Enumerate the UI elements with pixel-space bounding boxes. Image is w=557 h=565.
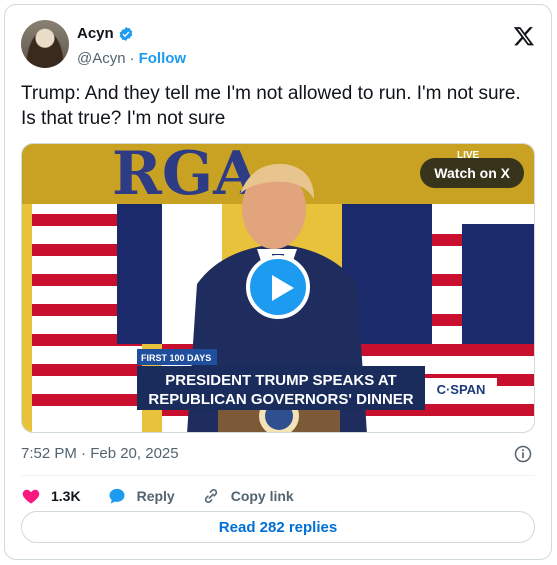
heart-icon xyxy=(22,489,40,504)
caption-tag: FIRST 100 DAYS xyxy=(141,353,211,363)
author-name[interactable]: Acyn xyxy=(77,25,114,42)
author-handle[interactable]: @Acyn xyxy=(77,50,126,67)
reply-button[interactable]: Reply xyxy=(107,486,175,506)
handle-row: @Acyn · Follow xyxy=(77,50,186,67)
x-logo-icon[interactable] xyxy=(513,25,535,47)
copy-link-button[interactable]: Copy link xyxy=(201,486,294,506)
like-count: 1.3K xyxy=(51,488,81,504)
watch-on-x-button[interactable]: Watch on X xyxy=(420,158,524,188)
video-player[interactable]: RGA FIRST 100 DAYS PRESIDENT TRUMP SPEAK… xyxy=(21,143,535,433)
divider xyxy=(21,475,535,476)
reply-bubble-icon xyxy=(109,488,125,504)
caption-line-1: PRESIDENT TRUMP SPEAKS AT xyxy=(165,372,396,389)
avatar[interactable] xyxy=(21,20,69,68)
link-icon xyxy=(204,489,217,503)
svg-text:RGA: RGA xyxy=(112,144,261,209)
tweet-card: Acyn @Acyn · Follow Trump: And they tell… xyxy=(4,4,552,560)
read-replies-button[interactable]: Read 282 replies xyxy=(21,511,535,543)
follow-button[interactable]: Follow xyxy=(139,50,187,67)
verified-badge-icon xyxy=(119,26,133,41)
like-button[interactable]: 1.3K xyxy=(21,486,81,506)
network-logo: C·SPAN xyxy=(437,382,486,397)
copy-link-label: Copy link xyxy=(230,488,294,504)
caption-line-2: REPUBLICAN GOVERNORS' DINNER xyxy=(148,391,413,408)
action-bar: 1.3K Reply Copy link xyxy=(21,483,320,509)
reply-label: Reply xyxy=(136,488,175,504)
tweet-text: Trump: And they tell me I'm not allowed … xyxy=(21,83,521,129)
play-icon[interactable] xyxy=(246,255,310,319)
author-name-row: Acyn xyxy=(77,25,134,42)
info-icon[interactable] xyxy=(513,444,533,464)
separator-dot: · xyxy=(129,50,135,67)
tweet-timestamp[interactable]: 7:52 PM · Feb 20, 2025 xyxy=(21,445,179,462)
